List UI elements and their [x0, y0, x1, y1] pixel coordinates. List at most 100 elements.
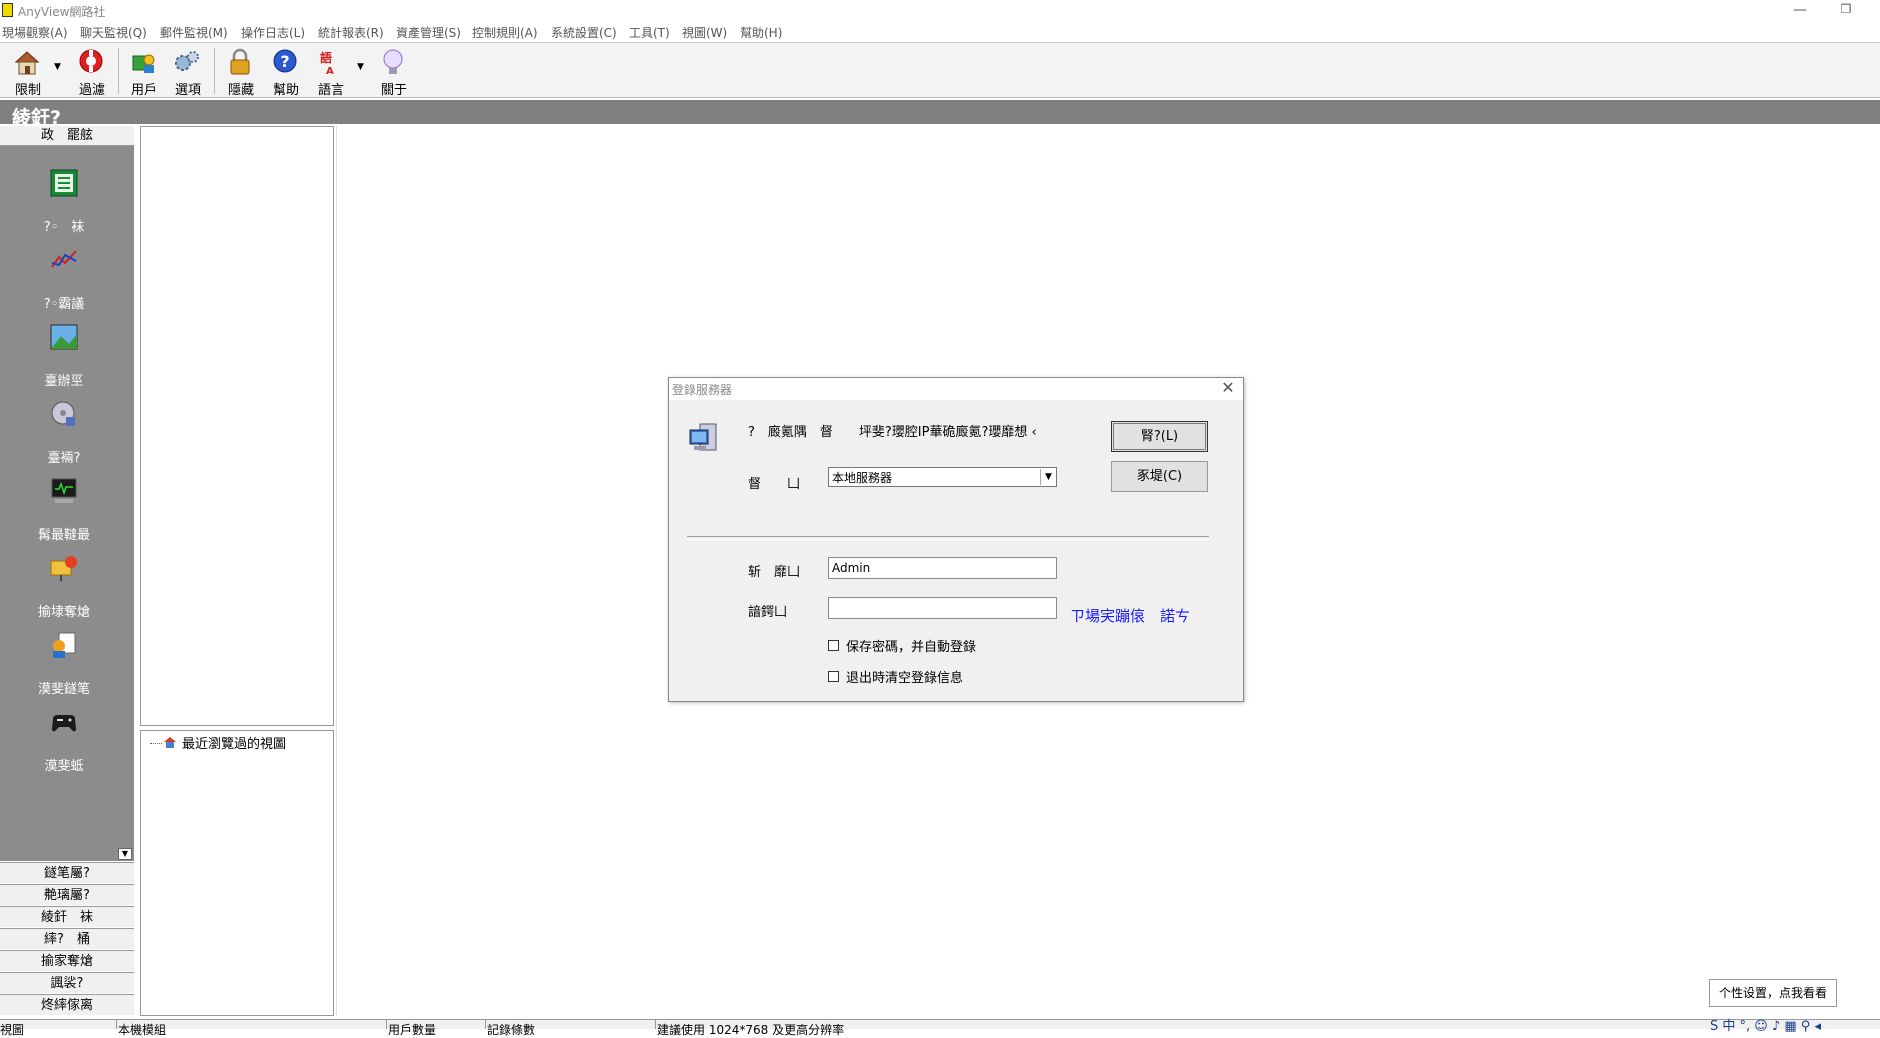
sidebar-group-1[interactable]: 鐩笔屬? — [0, 862, 134, 883]
users-icon — [132, 54, 155, 73]
tree-node-recent-views[interactable]: 最近瀏覽過的視圖 — [182, 733, 286, 752]
menu-live-view[interactable]: 現場觀察(A) — [2, 24, 68, 41]
dialog-title-bar — [669, 378, 1243, 400]
language-button[interactable]: 語 A 語言 — [309, 44, 349, 98]
view-tree-panel[interactable] — [140, 730, 334, 1016]
menu-assets[interactable]: 資產管理(S) — [396, 24, 461, 41]
sidebar-item-4[interactable]: 臺裲? — [0, 447, 128, 466]
sidebar-item-3[interactable]: 臺辦巠 — [0, 370, 128, 389]
limit-dropdown-icon[interactable]: ▼ — [54, 62, 61, 72]
about-label: 關于 — [380, 83, 407, 98]
status-separator — [116, 1020, 117, 1029]
users-label: 用戶 — [130, 83, 157, 98]
dialog-title: 登錄服務器 — [672, 383, 733, 397]
server-label: 督 凵 — [748, 477, 801, 492]
menu-mail-monitor[interactable]: 郵件監視(M) — [160, 24, 228, 41]
dialog-message: ? 廄氪隅 督 坪斐?瓔腔IP華硊廄氪?瓔靡想 ‹ — [748, 425, 1037, 440]
status-view: 視圖 — [0, 1023, 25, 1037]
panel-divider[interactable] — [336, 126, 337, 1016]
options-button[interactable]: 選項 — [166, 44, 206, 98]
toolbar-separator — [118, 48, 119, 94]
screen-list-icon[interactable] — [49, 168, 79, 198]
toolbar-separator — [214, 48, 215, 94]
sidebar-group-5[interactable]: 揄家奪熗 — [0, 950, 134, 971]
clear-on-exit-checkbox[interactable] — [828, 671, 839, 682]
users-button[interactable]: 用戶 — [122, 44, 162, 98]
limit-button[interactable]: 限制 — [6, 44, 46, 98]
status-resolution: 建議使用 1024*768 及更高分辨率 — [657, 1023, 845, 1037]
status-separator — [655, 1020, 656, 1029]
menu-statistics[interactable]: 統計報表(R) — [318, 24, 384, 41]
sidebar-item-7[interactable]: 漠斐鐩笔 — [0, 678, 128, 697]
computer-tree-panel[interactable] — [140, 126, 334, 726]
user-document-icon[interactable] — [49, 630, 79, 660]
limit-label: 限制 — [14, 83, 41, 98]
chevron-down-icon[interactable]: ▼ — [1040, 469, 1056, 485]
gamepad-icon[interactable] — [49, 707, 79, 737]
svg-text:A: A — [326, 66, 334, 76]
recent-views-icon — [164, 737, 176, 748]
svg-text:語: 語 — [320, 50, 332, 65]
sidebar-item-6[interactable]: 揄埭奪熗 — [0, 601, 128, 620]
hide-button[interactable]: 隱藏 — [219, 44, 259, 98]
server-select-value[interactable]: 本地服務器 — [832, 469, 892, 486]
language-icon: 語 A — [320, 50, 334, 76]
username-input[interactable]: Admin — [828, 557, 1057, 579]
about-button[interactable]: 關于 — [372, 44, 412, 98]
status-records: 記錄條數 — [487, 1023, 536, 1037]
window-title: AnyView網路社 — [18, 5, 106, 19]
sidebar-group-3[interactable]: 綾釬 袜 — [0, 906, 134, 927]
clear-on-exit-label[interactable]: 退出時清空登錄信息 — [846, 667, 963, 686]
line-chart-icon[interactable] — [49, 245, 79, 275]
restore-button[interactable]: ❐ — [1836, 2, 1856, 20]
language-dropdown-icon[interactable]: ▼ — [357, 62, 364, 72]
sidebar-item-8[interactable]: 漠斐蚳 — [0, 755, 128, 774]
lifebuoy-icon — [79, 49, 103, 73]
tray-tooltip[interactable]: 个性设置，点我看看 — [1709, 979, 1837, 1007]
sidebar-item-1[interactable]: ?◦ 袜 — [0, 216, 128, 235]
options-label: 選項 — [174, 83, 201, 98]
sidebar-item-5[interactable]: 髯最韃最 — [0, 524, 128, 543]
app-logo-icon — [2, 3, 13, 17]
help-label: 幫助 — [272, 83, 299, 98]
menu-tools[interactable]: 工具(T) — [629, 24, 670, 41]
cancel-button[interactable]: 豖堤(C) — [1111, 461, 1208, 492]
help-button[interactable]: ? 幫助 — [264, 44, 304, 98]
username-label: 斩 靡凵 — [748, 565, 801, 580]
sidebar-group-6[interactable]: 諷裟? — [0, 972, 134, 993]
lightbulb-icon — [383, 49, 403, 74]
filter-button[interactable]: 過濾 — [70, 44, 110, 98]
menu-help[interactable]: 幫助(H) — [740, 24, 782, 41]
tree-connector — [150, 743, 162, 745]
picture-icon[interactable] — [49, 322, 79, 352]
initial-password-link[interactable]: ㄗ場宎蹦偯 諾ㄘ — [1070, 605, 1190, 626]
sidebar-header[interactable]: 政 罷舷 — [0, 126, 134, 146]
sidebar-group-2[interactable]: 艴璃屬? — [0, 884, 134, 905]
dialog-divider — [687, 536, 1209, 540]
status-user-count: 用戶數量 — [388, 1023, 437, 1037]
help-icon: ? — [273, 49, 297, 73]
save-password-checkbox[interactable] — [828, 640, 839, 651]
menu-chat-monitor[interactable]: 聊天監視(Q) — [80, 24, 147, 41]
menu-control-rules[interactable]: 控制規則(A) — [472, 24, 538, 41]
minimize-button[interactable]: — — [1790, 2, 1810, 20]
menu-operation-log[interactable]: 操作日志(L) — [241, 24, 305, 41]
sidebar-group-7[interactable]: 炵繂傢离 — [0, 994, 134, 1015]
ok-button[interactable]: 腎?(L) — [1111, 421, 1208, 452]
monitor-icon[interactable] — [49, 476, 79, 506]
status-bar — [0, 1019, 1880, 1029]
status-local: 本機模組 — [118, 1023, 167, 1037]
menu-view[interactable]: 視圖(W) — [682, 24, 727, 41]
dialog-close-icon[interactable]: ✕ — [1219, 378, 1237, 398]
tray-icons[interactable]: S 中 °, ☺ ♪ ▦ ⚲ ◂ — [1710, 1015, 1821, 1034]
lock-icon — [230, 48, 250, 75]
disk-lock-icon[interactable] — [49, 399, 79, 429]
language-label: 語言 — [317, 83, 344, 98]
folder-network-icon[interactable] — [49, 553, 79, 583]
sidebar-scroll-down-icon[interactable]: ▼ — [118, 848, 132, 860]
sidebar-item-2[interactable]: ?◦霸議 — [0, 293, 128, 312]
password-input[interactable] — [828, 597, 1057, 619]
menu-system-settings[interactable]: 系統設置(C) — [551, 24, 617, 41]
save-password-label[interactable]: 保存密碼，并自動登錄 — [846, 636, 976, 655]
sidebar-group-4[interactable]: 繂? 桶 — [0, 928, 134, 949]
